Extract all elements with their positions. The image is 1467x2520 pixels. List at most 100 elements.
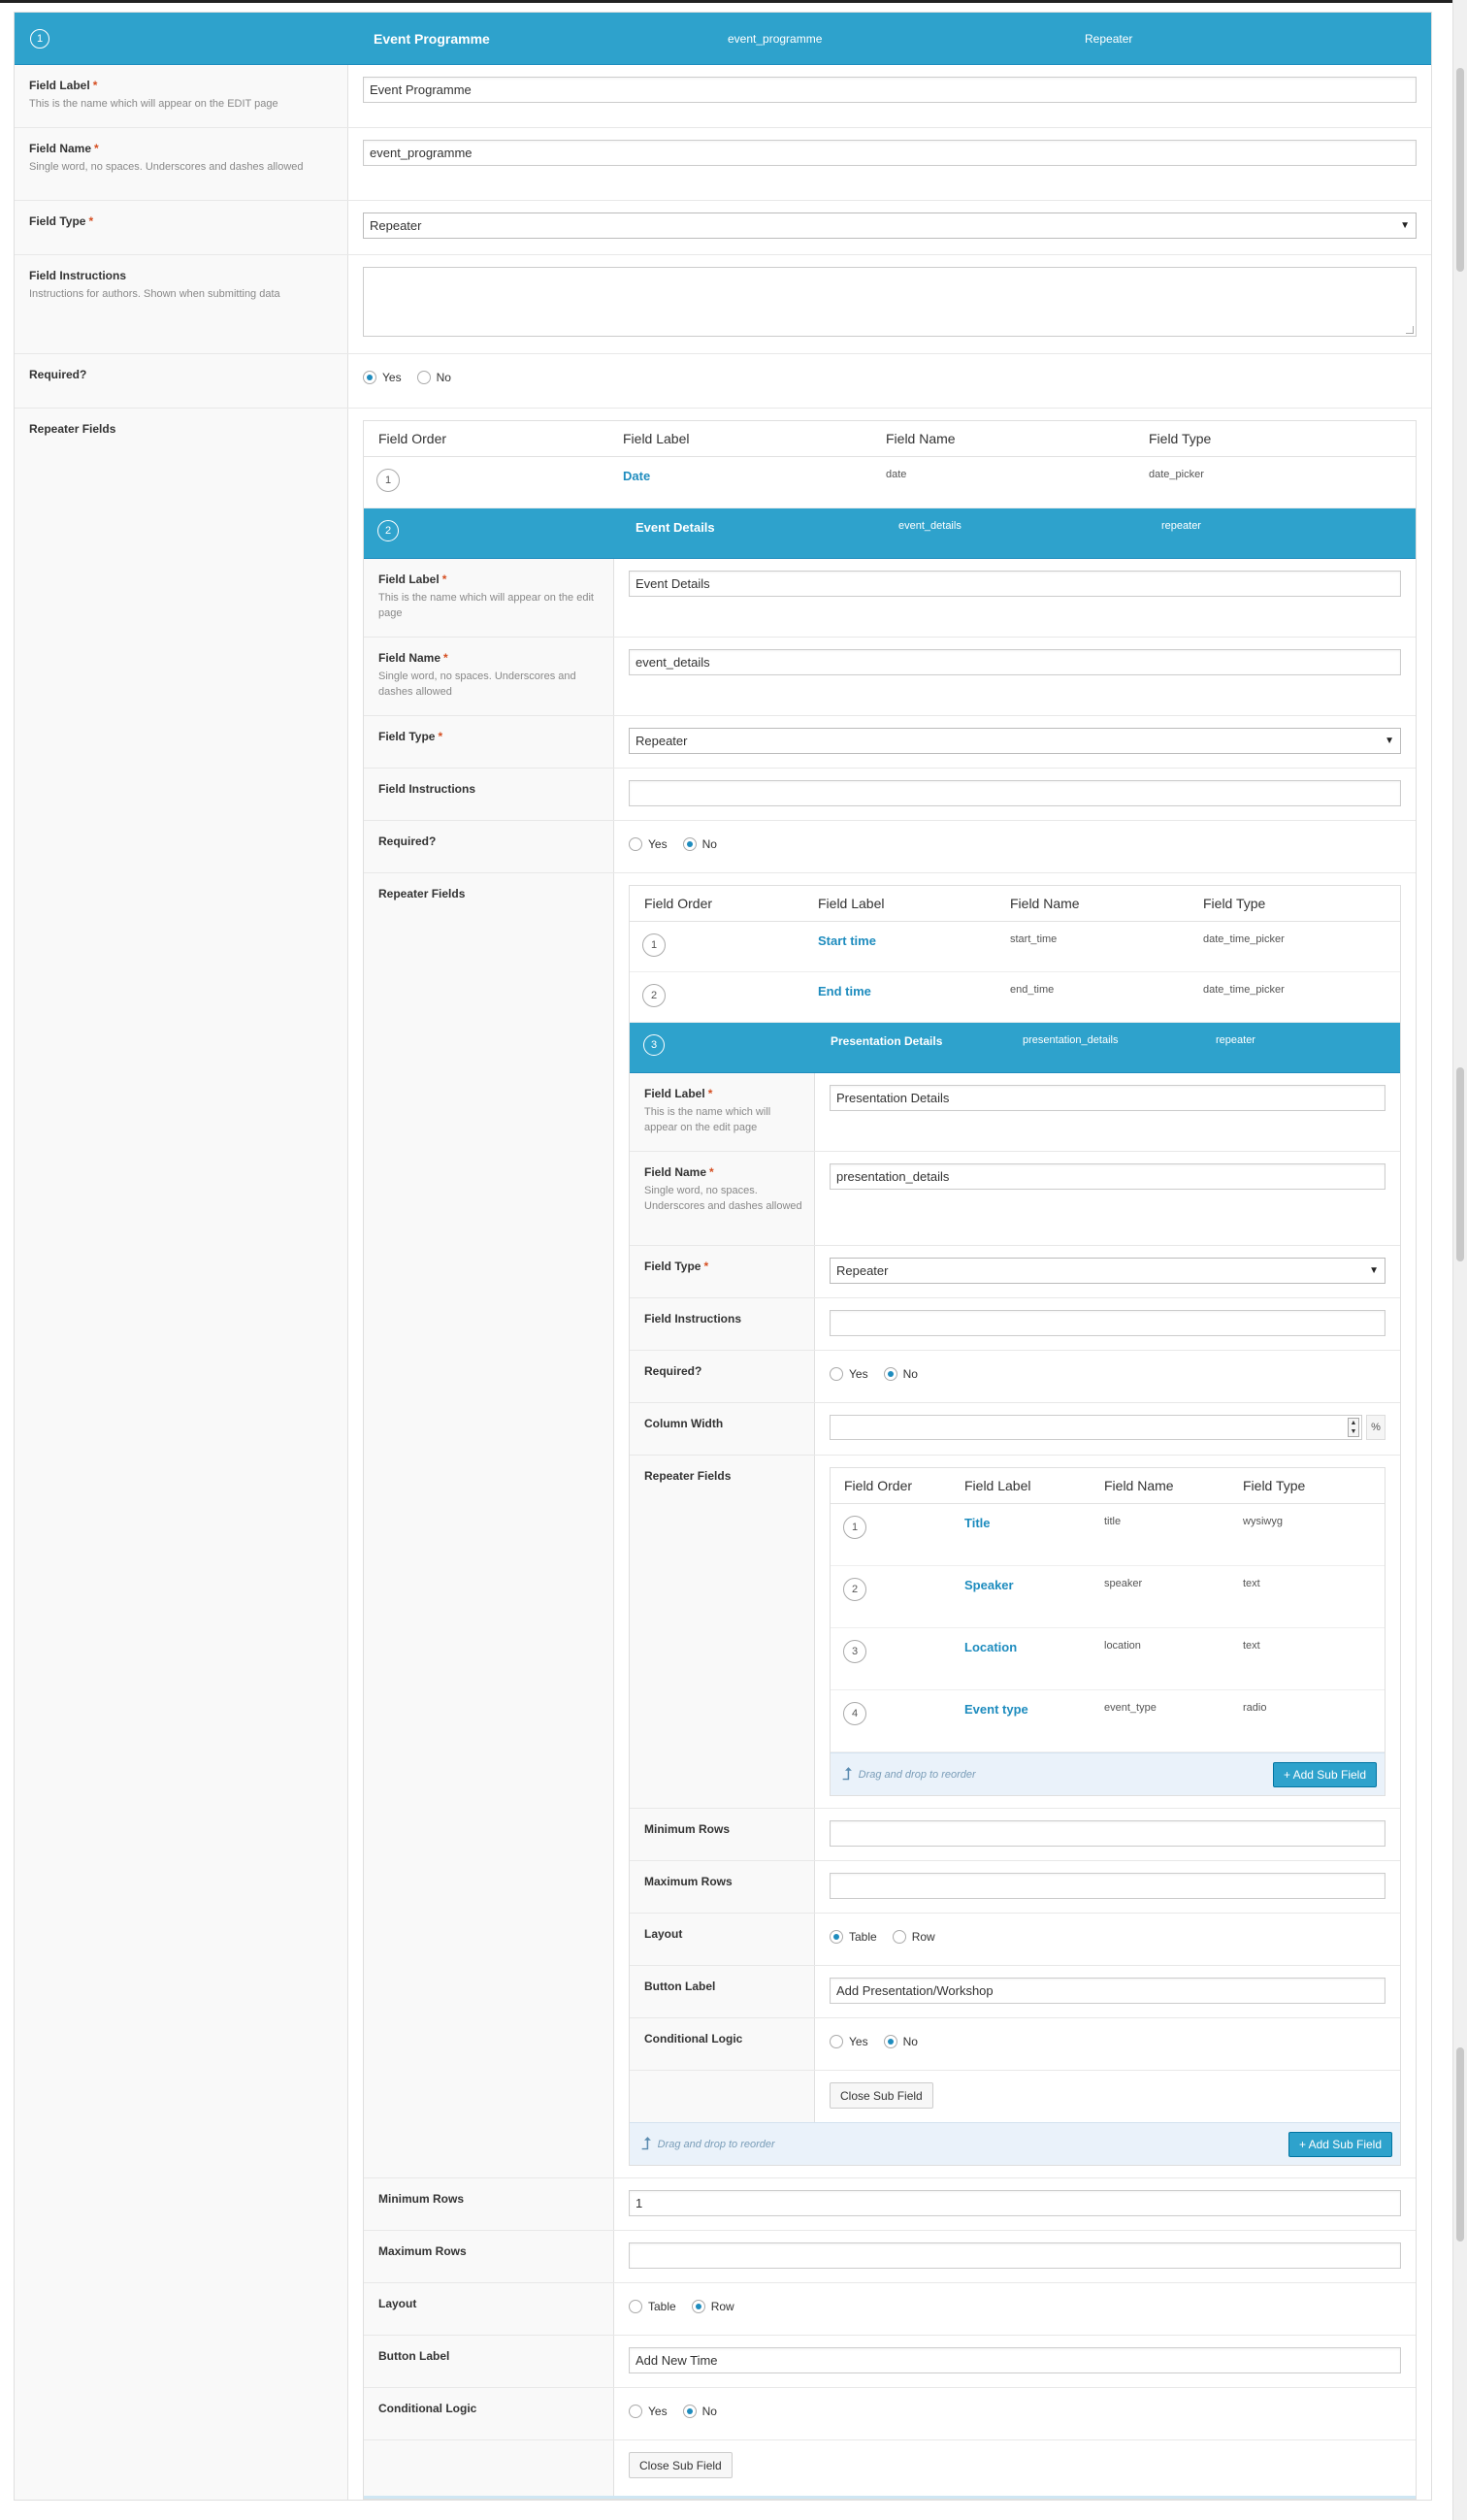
field-label-input[interactable]: Event Programme	[363, 77, 1417, 103]
field-name-input[interactable]: event_programme	[363, 140, 1417, 166]
radio-checked-icon[interactable]	[830, 1930, 843, 1944]
table-row[interactable]: 2 Speaker speaker text	[831, 1566, 1385, 1628]
radio-unchecked-icon[interactable]	[830, 2035, 843, 2048]
table-row[interactable]: 1 Title title wysiwyg	[831, 1504, 1385, 1566]
field-header-event-programme[interactable]: 1 Event Programme event_programme Repeat…	[15, 13, 1431, 65]
field-instructions-input[interactable]	[629, 780, 1401, 806]
max-rows-input[interactable]	[830, 1873, 1386, 1899]
radio-unchecked-icon[interactable]	[416, 371, 431, 384]
field-type-select[interactable]: Repeater ▼	[830, 1258, 1386, 1284]
row-order-badge[interactable]: 2	[642, 984, 666, 1007]
field-label-input[interactable]: Presentation Details	[830, 1085, 1386, 1111]
field-header-name: event_programme	[728, 31, 823, 46]
button-label-input[interactable]: Add Presentation/Workshop	[830, 1978, 1386, 2004]
required-no-option[interactable]: No	[682, 837, 717, 851]
layout-table-option[interactable]: Table	[629, 2300, 676, 2313]
max-rows-input[interactable]	[629, 2242, 1401, 2269]
row-field-type: radio	[1243, 1702, 1267, 1714]
button-label-input[interactable]: Add New Time	[629, 2347, 1401, 2373]
max-rows-title: Maximum Rows	[644, 1875, 733, 1888]
drag-hint: Drag and drop to reorder	[858, 1768, 976, 1781]
column-width-input[interactable]: ▲ ▼	[830, 1415, 1362, 1440]
scrollbar-thumb[interactable]	[1456, 2047, 1464, 2242]
row-order-badge[interactable]: 4	[843, 1702, 866, 1725]
field-type-select[interactable]: Repeater ▼	[629, 728, 1401, 754]
field-instructions-input[interactable]	[830, 1310, 1386, 1336]
table-row[interactable]: 4 Event type event_type radio	[831, 1690, 1385, 1752]
table-row[interactable]: 1 Start time start_time date_time_picker	[630, 922, 1400, 972]
scrollbar-thumb[interactable]	[1456, 68, 1464, 272]
radio-unchecked-icon[interactable]	[629, 2405, 642, 2418]
reorder-arrow-icon: ⮥	[641, 2134, 652, 2153]
row-field-label-link[interactable]: Date	[623, 469, 650, 483]
spinner-arrows-icon[interactable]: ▲ ▼	[1348, 1418, 1359, 1437]
page-scrollbar[interactable]	[1452, 0, 1467, 2520]
radio-checked-icon[interactable]	[691, 2300, 705, 2313]
required-no-option[interactable]: No	[883, 1367, 918, 1381]
required-yes-option[interactable]: Yes	[629, 837, 668, 851]
field-type-select[interactable]: Repeater ▼	[363, 213, 1417, 239]
top-border	[0, 0, 1467, 3]
radio-unchecked-icon[interactable]	[830, 1367, 843, 1381]
field-header-label[interactable]: Event Programme	[374, 31, 728, 47]
field-name-input[interactable]: event_details	[629, 649, 1401, 675]
field-instructions-textarea[interactable]	[363, 267, 1417, 337]
row-field-label-link[interactable]: Location	[964, 1640, 1017, 1654]
dropdown-caret-icon: ▼	[1385, 736, 1394, 746]
row-order-badge[interactable]: 1	[843, 1516, 866, 1539]
close-sub-field-button[interactable]: Close Sub Field	[830, 2082, 933, 2109]
resize-grip-icon[interactable]	[1406, 326, 1414, 334]
field-label-input[interactable]: Event Details	[629, 571, 1401, 597]
conditional-yes-option[interactable]: Yes	[830, 2035, 868, 2048]
row-field-label-link[interactable]: Event type	[964, 1702, 1028, 1717]
row-order-badge[interactable]: 1	[642, 933, 666, 957]
scrollbar-thumb[interactable]	[1456, 1067, 1464, 1261]
required-no-option[interactable]: No	[416, 371, 451, 384]
row-field-label-link[interactable]: End time	[818, 984, 871, 998]
layout-row-option[interactable]: Row	[691, 2300, 734, 2313]
min-rows-input[interactable]: 1	[629, 2190, 1401, 2216]
conditional-no-option[interactable]: No	[883, 2035, 918, 2048]
field-type-value: Repeater	[370, 218, 422, 233]
radio-checked-icon[interactable]	[363, 371, 376, 384]
radio-checked-icon[interactable]	[682, 2405, 697, 2418]
required-yes-option[interactable]: Yes	[363, 371, 402, 384]
conditional-no-option[interactable]: No	[682, 2405, 717, 2418]
field-header-label[interactable]: Event Details	[636, 520, 898, 535]
min-rows-input[interactable]	[830, 1820, 1386, 1847]
radio-checked-icon[interactable]	[883, 2035, 897, 2048]
table-row[interactable]: 3 Location location text	[831, 1628, 1385, 1690]
col-field-order: Field Order	[378, 431, 447, 446]
row-order-badge[interactable]: 1	[376, 469, 400, 492]
field-header-type: Repeater	[1085, 31, 1133, 46]
close-sub-field-button[interactable]: Close Sub Field	[629, 2452, 733, 2478]
row-order-badge[interactable]: 2	[843, 1578, 866, 1601]
presentation-options: Field Label * This is the name which will …	[630, 1073, 1400, 2122]
radio-checked-icon[interactable]	[682, 837, 697, 851]
radio-unchecked-icon[interactable]	[629, 2300, 642, 2313]
row-order-badge[interactable]: 3	[843, 1640, 866, 1663]
field-header-label[interactable]: Presentation Details	[831, 1034, 1023, 1048]
layout-table-option[interactable]: Table	[830, 1930, 877, 1944]
radio-checked-icon[interactable]	[883, 1367, 897, 1381]
row-field-label-link[interactable]: Speaker	[964, 1578, 1014, 1592]
table-row[interactable]: 1 Date date date_picker	[364, 457, 1416, 508]
field-header-event-details[interactable]: 2 Event Details event_details repeater	[364, 508, 1416, 559]
required-yes-option[interactable]: Yes	[830, 1367, 868, 1381]
field-label-title: Field Label	[29, 79, 90, 92]
add-sub-field-button[interactable]: + Add Sub Field	[1272, 1761, 1377, 1787]
table-footer: ⮥ Drag and drop to reorder + Add Sub Fiel…	[630, 2122, 1400, 2165]
radio-unchecked-icon[interactable]	[629, 837, 642, 851]
col-field-type: Field Type	[1203, 896, 1266, 911]
field-instructions-title: Field Instructions	[644, 1312, 742, 1325]
radio-unchecked-icon[interactable]	[892, 1930, 906, 1944]
layout-row-option[interactable]: Row	[892, 1930, 935, 1944]
table-row[interactable]: 2 End time end_time date_time_picker	[630, 972, 1400, 1023]
field-name-input[interactable]: presentation_details	[830, 1163, 1386, 1190]
add-sub-field-button[interactable]: + Add Sub Field	[1288, 2131, 1392, 2157]
field-name-desc: Single word, no spaces. Underscores and …	[378, 671, 576, 698]
row-field-label-link[interactable]: Title	[964, 1516, 991, 1530]
row-field-label-link[interactable]: Start time	[818, 933, 876, 948]
field-header-presentation-details[interactable]: 3 Presentation Details presentation_deta…	[630, 1023, 1400, 1073]
conditional-yes-option[interactable]: Yes	[629, 2405, 668, 2418]
